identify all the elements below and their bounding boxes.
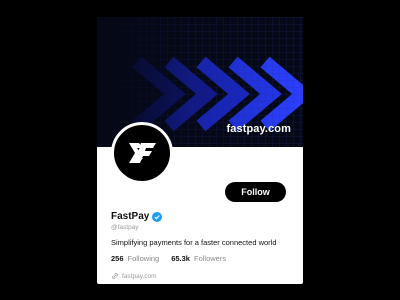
following-label[interactable]: Following [128, 254, 160, 263]
avatar[interactable] [111, 122, 173, 184]
profile-name-row: FastPay [111, 211, 163, 222]
followers-label[interactable]: Followers [194, 254, 226, 263]
fastpay-logo-icon [129, 143, 156, 163]
following-count[interactable]: 256 [111, 254, 124, 263]
profile-link[interactable]: fastpay.com [111, 272, 157, 280]
verified-badge-icon [152, 211, 163, 222]
profile-handle: @fastpay [111, 224, 139, 231]
profile-name: FastPay [111, 211, 150, 222]
follow-button[interactable]: Follow [225, 182, 286, 202]
profile-card: fastpay.com Follow FastPay @fastpay Simp… [97, 17, 303, 284]
link-icon [112, 273, 118, 279]
banner-url-text: fastpay.com [226, 123, 291, 135]
profile-bio: Simplifying payments for a faster connec… [111, 238, 277, 247]
followers-count[interactable]: 65.3k [171, 254, 190, 263]
profile-stats: 256 Following 65.3k Followers [111, 254, 234, 263]
profile-link-text[interactable]: fastpay.com [122, 273, 157, 280]
